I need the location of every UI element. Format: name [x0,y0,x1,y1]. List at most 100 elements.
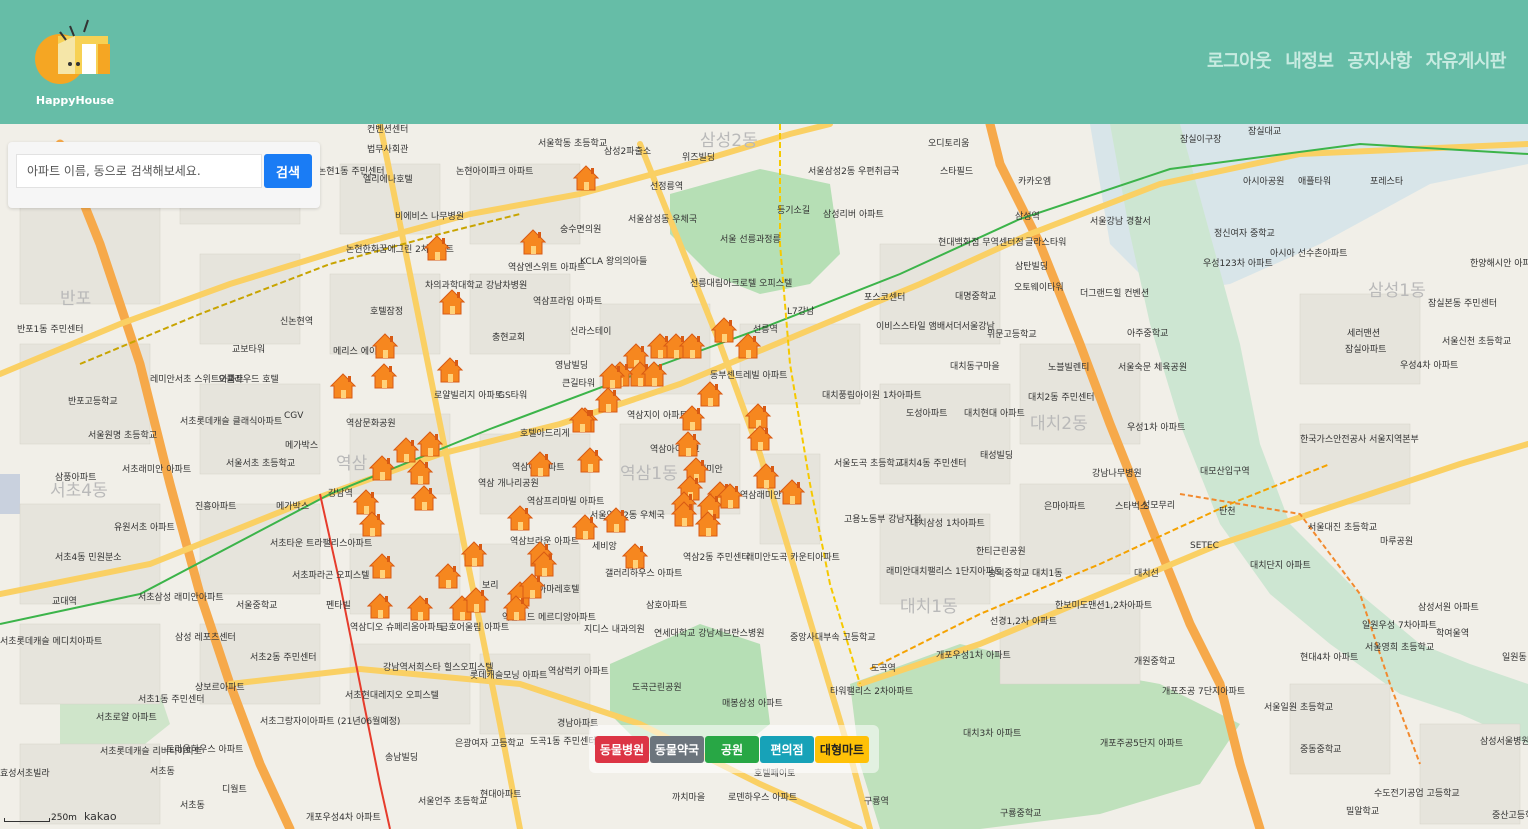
svg-text:보리: 보리 [482,580,499,591]
svg-text:로덴하우스 아파트: 로덴하우스 아파트 [728,792,797,803]
svg-text:대치2동 주민센터: 대치2동 주민센터 [1028,391,1095,403]
svg-text:대치삼성 1차아파트: 대치삼성 1차아파트 [910,517,985,529]
svg-text:탄천: 탄천 [1219,506,1236,517]
svg-text:일원우성 7차아파트: 일원우성 7차아파트 [1362,619,1437,631]
svg-text:로얄빌리지 아파트: 로얄빌리지 아파트 [434,390,503,401]
svg-text:호텔아드리게: 호텔아드리게 [520,427,570,439]
svg-text:잠실이구장: 잠실이구장 [1180,134,1221,145]
filter-animal-hospital-button[interactable]: 동물병원 [595,736,649,763]
svg-text:신논현역: 신논현역 [280,316,313,327]
filter-park-button[interactable]: 공원 [705,736,759,763]
svg-text:GS타워: GS타워 [498,390,527,401]
header: HappyHouse 로그아웃 내정보 공지사항 자유게시판 [0,0,1528,124]
svg-text:은마아파트: 은마아파트 [1044,501,1085,512]
svg-text:우성123차 아파트: 우성123차 아파트 [1203,257,1273,269]
svg-text:도곡1동 주민센터: 도곡1동 주민센터 [530,736,597,747]
svg-text:타워팰리스 2차아파트: 타워팰리스 2차아파트 [830,685,913,697]
nav-board[interactable]: 자유게시판 [1426,47,1507,73]
svg-text:서울원명 초등학교: 서울원명 초등학교 [88,430,157,441]
svg-text:금호어울림 아파트: 금호어울림 아파트 [440,621,509,633]
nav-menu: 로그아웃 내정보 공지사항 자유게시판 [1207,47,1507,73]
svg-text:도곡근린공원: 도곡근린공원 [632,682,682,693]
svg-text:한티근린공원: 한티근린공원 [976,546,1026,557]
svg-text:잠실본동 주민센터: 잠실본동 주민센터 [1428,298,1497,309]
svg-text:삼성2파출소: 삼성2파출소 [604,146,651,157]
logo-text: HappyHouse [35,94,115,107]
svg-text:교대역: 교대역 [52,596,77,607]
svg-text:구룡역: 구룡역 [864,796,889,807]
svg-text:동부센트레빌 아파트: 동부센트레빌 아파트 [710,370,787,381]
svg-text:래미안대치팰리스 1단지아파트: 래미안대치팰리스 1단지아파트 [886,565,1002,577]
logo[interactable]: HappyHouse [30,14,120,109]
svg-text:서초로얄 아파트: 서초로얄 아파트 [96,712,157,723]
svg-text:서초래미안 아파트: 서초래미안 아파트 [122,464,191,475]
nav-notice[interactable]: 공지사항 [1347,47,1412,73]
svg-text:한양해시안 아파트: 한양해시안 아파트 [1470,258,1528,269]
svg-text:위문고등학교: 위문고등학교 [987,329,1037,340]
svg-text:우성1차 아파트: 우성1차 아파트 [1127,421,1185,433]
scale-label: 250m [51,813,77,823]
svg-text:신라스테이: 신라스테이 [570,326,611,337]
svg-text:서초동: 서초동 [180,800,205,811]
svg-text:대명중학교: 대명중학교 [955,291,996,302]
svg-text:글라스타워: 글라스타워 [1025,237,1066,248]
svg-text:교보타워: 교보타워 [232,344,265,355]
svg-text:역삼 개나리공원: 역삼 개나리공원 [478,478,539,489]
svg-text:잠실아파트: 잠실아파트 [1345,344,1386,355]
svg-text:역삼엔스위트 아파트: 역삼엔스위트 아파트 [508,262,585,273]
svg-text:서울강남 경찰서: 서울강남 경찰서 [1090,215,1151,227]
nav-logout[interactable]: 로그아웃 [1207,47,1272,73]
svg-text:삼성역: 삼성역 [1015,211,1040,222]
svg-text:포레스타: 포레스타 [1370,176,1404,187]
svg-text:삼탄빌딩: 삼탄빌딩 [1015,261,1048,272]
svg-text:노블빌렌티: 노블빌렌티 [1048,362,1089,373]
svg-text:학여울역: 학여울역 [1436,627,1469,639]
map-canvas[interactable]: 반포 서초4동 역삼 역삼1동 대치2동 대치1동 삼성1동 삼성2동 대치동구… [0,124,1528,829]
map-base[interactable]: 반포 서초4동 역삼 역삼1동 대치2동 대치1동 삼성1동 삼성2동 대치동구… [0,124,1528,829]
district-label: 반포 [60,289,91,309]
svg-text:대모산입구역: 대모산입구역 [1200,465,1250,477]
svg-text:대치1동: 대치1동 [1032,567,1063,579]
svg-text:롯데캐슬모닝 아파트: 롯데캐슬모닝 아파트 [470,670,547,681]
svg-text:개포우성4차 아파트: 개포우성4차 아파트 [306,811,381,823]
filter-animal-pharmacy-button[interactable]: 동물약국 [650,736,704,763]
filter-buttons: 동물병원 동물약국 공원 편의점 대형마트 [595,736,869,763]
svg-text:개포주공5단지 아파트: 개포주공5단지 아파트 [1100,738,1183,749]
svg-text:차의과학대학교 강남차병원: 차의과학대학교 강남차병원 [425,279,527,291]
svg-text:중동중학교: 중동중학교 [1300,744,1341,755]
svg-text:현대백화점 무역센터점: 현대백화점 무역센터점 [938,236,1024,248]
filter-convenience-store-button[interactable]: 편의점 [760,736,814,763]
district-label: 삼성2동 [700,131,758,151]
svg-text:역삼프리마빌 아파트: 역삼프리마빌 아파트 [527,496,604,507]
svg-text:디월트: 디월트 [222,783,247,795]
svg-text:아시아공원: 아시아공원 [1243,176,1284,187]
svg-text:서초현대레지오 오피스텔: 서초현대레지오 오피스텔 [345,689,439,701]
svg-text:논현아이파크 아파트: 논현아이파크 아파트 [456,166,533,177]
search-button[interactable]: 검색 [264,154,312,188]
district-label: 역삼1동 [620,464,678,484]
svg-text:서초2동 주민센터: 서초2동 주민센터 [250,652,317,663]
svg-text:연세대학교 강남세브란스병원: 연세대학교 강남세브란스병원 [654,627,765,639]
svg-text:등기소길: 등기소길 [777,205,810,216]
svg-text:메가박스: 메가박스 [276,501,309,512]
svg-text:위즈빌딩: 위즈빌딩 [682,152,715,163]
svg-text:삼성 레포츠센터: 삼성 레포츠센터 [175,632,236,643]
svg-text:메가박스: 메가박스 [285,440,318,451]
svg-text:SETEC: SETEC [1190,541,1219,551]
filter-mart-button[interactable]: 대형마트 [815,736,869,763]
nav-my-info[interactable]: 내정보 [1285,47,1334,73]
svg-text:숭수면의원: 숭수면의원 [560,224,601,235]
svg-text:서초타운 트라팰리스아파트: 서초타운 트라팰리스아파트 [270,537,372,549]
svg-text:서울삼성2동 우편취급국: 서울삼성2동 우편취급국 [808,165,899,177]
svg-text:서울중학교: 서울중학교 [236,600,277,611]
svg-text:상보르아파트: 상보르아파트 [195,682,245,693]
search-input[interactable] [16,154,262,188]
svg-text:마루공원: 마루공원 [1380,536,1413,547]
svg-text:대치3차 아파트: 대치3차 아파트 [963,727,1021,739]
svg-text:대치단지 아파트: 대치단지 아파트 [1250,559,1311,571]
svg-text:서울삼성동 우체국: 서울삼성동 우체국 [628,214,697,225]
svg-text:충현교회: 충현교회 [492,332,525,343]
svg-text:갤러리하우스 아파트: 갤러리하우스 아파트 [605,567,682,579]
svg-text:오디토리움: 오디토리움 [928,138,969,149]
svg-text:일원동: 일원동 [1502,652,1527,663]
